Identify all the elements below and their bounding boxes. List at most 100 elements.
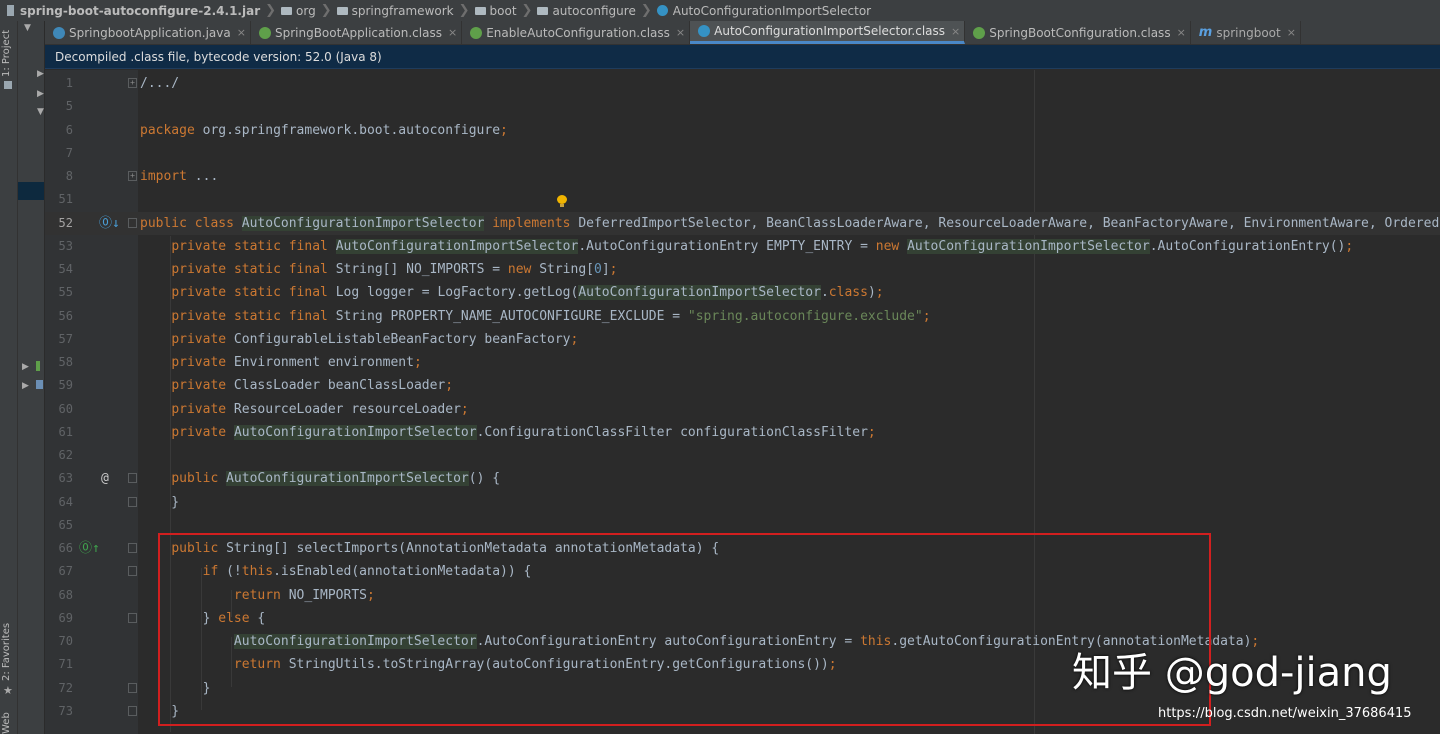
- breadcrumb-org[interactable]: org: [296, 4, 316, 18]
- line-number: 67: [58, 564, 73, 579]
- line-number: 65: [58, 517, 73, 532]
- line-number: 55: [58, 285, 73, 300]
- close-icon[interactable]: ×: [1287, 26, 1296, 39]
- code-line[interactable]: 1 +/.../: [45, 72, 1440, 95]
- tab-label: SpringbootApplication.java: [69, 25, 231, 40]
- code-text: private ClassLoader beanClassLoader;: [171, 378, 454, 394]
- line-number: 60: [58, 401, 73, 416]
- code-text: private AutoConfigurationImportSelector.…: [171, 424, 876, 440]
- code-line[interactable]: 56 private static final String PROPERTY_…: [45, 305, 1440, 328]
- breadcrumb-class[interactable]: AutoConfigurationImportSelector: [673, 4, 871, 18]
- jar-icon: [7, 5, 14, 16]
- line-number: 61: [58, 424, 73, 439]
- close-icon[interactable]: ×: [1177, 26, 1186, 39]
- favorites-tool-button[interactable]: 2: Favorites: [1, 623, 12, 681]
- editor-tab[interactable]: SpringBootConfiguration.class ×: [965, 21, 1191, 44]
- code-line[interactable]: 65: [45, 514, 1440, 537]
- code-line[interactable]: 69 } else {: [45, 607, 1440, 630]
- editor-tab[interactable]: EnableAutoConfiguration.class ×: [462, 21, 691, 44]
- code-line[interactable]: 67 if (!this.isEnabled(annotationMetadat…: [45, 560, 1440, 583]
- line-number: 7: [65, 145, 73, 160]
- web-tool-button[interactable]: Web: [1, 712, 12, 734]
- line-number: 51: [58, 192, 73, 207]
- selected-tree-row[interactable]: [18, 182, 44, 200]
- code-line[interactable]: 68 return NO_IMPORTS;: [45, 584, 1440, 607]
- editor-tab[interactable]: SpringbootApplication.java ×: [45, 21, 251, 44]
- scratches-icon: [36, 380, 43, 389]
- code-text: /.../: [140, 76, 180, 91]
- code-text: }: [140, 494, 180, 510]
- fold-icon[interactable]: +: [128, 171, 137, 181]
- project-tool-button[interactable]: 1: Project: [1, 30, 12, 77]
- tab-label: SpringBootConfiguration.class: [989, 25, 1171, 40]
- folder-icon: [474, 6, 486, 15]
- breadcrumb-boot[interactable]: boot: [490, 4, 517, 18]
- editor-tab[interactable]: AutoConfigurationImportSelector.class ×: [690, 21, 966, 44]
- close-icon[interactable]: ×: [676, 26, 685, 39]
- fold-icon[interactable]: [128, 473, 137, 484]
- tree-collapse-icon[interactable]: ▼: [37, 107, 44, 117]
- line-number: 73: [58, 703, 73, 718]
- editor-tab[interactable]: m springboot ×: [1191, 21, 1301, 44]
- code-line[interactable]: 5: [45, 95, 1440, 118]
- code-line[interactable]: 55 private static final Log logger = Log…: [45, 281, 1440, 304]
- maven-module-icon: m: [1198, 25, 1213, 40]
- breadcrumb-autoconfigure[interactable]: autoconfigure: [552, 4, 635, 18]
- close-icon[interactable]: ×: [951, 25, 960, 38]
- class-icon: [656, 5, 668, 16]
- fold-icon[interactable]: [128, 612, 137, 623]
- code-line[interactable]: 53 private static final AutoConfiguratio…: [45, 235, 1440, 258]
- line-number: 63: [58, 471, 73, 486]
- code-text: private ResourceLoader resourceLoader;: [171, 401, 469, 417]
- folder-icon: [537, 6, 549, 15]
- code-line[interactable]: 6 package org.springframework.boot.autoco…: [45, 119, 1440, 142]
- fold-icon[interactable]: [128, 682, 137, 693]
- code-line[interactable]: 64 }: [45, 491, 1440, 514]
- code-line[interactable]: 51: [45, 188, 1440, 211]
- annotation-gutter-icon[interactable]: @: [101, 467, 109, 490]
- code-text: } else {: [140, 610, 266, 626]
- code-line[interactable]: 7: [45, 142, 1440, 165]
- folder-icon: [4, 81, 12, 89]
- code-line[interactable]: 8 + import ...: [45, 165, 1440, 188]
- fold-icon[interactable]: +: [128, 78, 137, 88]
- code-line[interactable]: 60 private ResourceLoader resourceLoader…: [45, 398, 1440, 421]
- tree-expand-icon[interactable]: ▶: [37, 89, 44, 99]
- code-line[interactable]: 58 private Environment environment;: [45, 351, 1440, 374]
- code-line[interactable]: 59 private ClassLoader beanClassLoader;: [45, 374, 1440, 397]
- fold-icon[interactable]: [128, 496, 137, 507]
- editor-tab[interactable]: SpringBootApplication.class ×: [251, 21, 463, 44]
- code-editor[interactable]: 1 +/.../5 6 package org.springframework.boo…: [45, 70, 1440, 734]
- fold-icon[interactable]: [128, 705, 137, 716]
- close-icon[interactable]: ×: [237, 26, 246, 39]
- line-number: 70: [58, 634, 73, 648]
- tree-expand-icon[interactable]: ▶: [22, 381, 29, 391]
- overrides-method-icon[interactable]: ⓪↑: [79, 537, 100, 560]
- chevron-right-icon: ❯: [640, 3, 652, 18]
- chevron-right-icon: ❯: [320, 3, 332, 18]
- fold-icon[interactable]: [128, 217, 137, 228]
- source-credit: https://blog.csdn.net/weixin_37686415: [1158, 706, 1412, 721]
- code-line[interactable]: 54 private static final String[] NO_IMPO…: [45, 258, 1440, 281]
- code-line[interactable]: 63 @ public AutoConfigurationImportSelect…: [45, 467, 1440, 490]
- code-text: private static final String PROPERTY_NAM…: [171, 308, 931, 324]
- tree-expand-icon[interactable]: ▶: [22, 362, 29, 372]
- code-line[interactable]: 52 ⓪↓ public class AutoConfigurationImport…: [45, 211, 1440, 235]
- breadcrumb-jar[interactable]: spring-boot-autoconfigure-2.4.1.jar: [20, 4, 260, 18]
- code-text: private static final AutoConfigurationIm…: [171, 238, 1354, 254]
- close-icon[interactable]: ×: [448, 26, 457, 39]
- fold-icon[interactable]: [128, 566, 137, 577]
- code-line[interactable]: 62: [45, 444, 1440, 467]
- lightbulb-icon[interactable]: [557, 195, 567, 207]
- fold-icon[interactable]: [128, 543, 137, 553]
- code-text: }: [140, 680, 211, 696]
- implemented-by-icon[interactable]: ⓪↓: [99, 212, 120, 235]
- breadcrumb-springframework[interactable]: springframework: [352, 4, 454, 18]
- code-line[interactable]: 57 private ConfigurableListableBeanFacto…: [45, 328, 1440, 351]
- collapse-icon[interactable]: ▼: [24, 23, 31, 33]
- code-line[interactable]: 66 ⓪↑ public String[] selectImports(Annot…: [45, 537, 1440, 560]
- chevron-right-icon: ❯: [458, 3, 470, 18]
- code-line[interactable]: 61 private AutoConfigurationImportSelect…: [45, 421, 1440, 444]
- tree-expand-icon[interactable]: ▶: [37, 69, 44, 79]
- line-number: 64: [58, 494, 73, 509]
